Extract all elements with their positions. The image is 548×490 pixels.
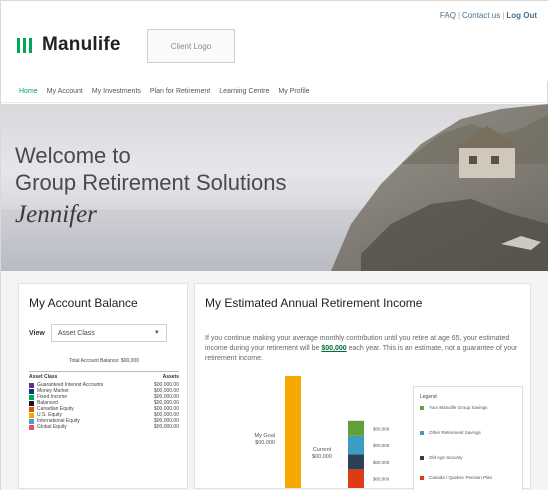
column-assets: Assets <box>162 374 179 380</box>
main-nav: Home My Account My Investments Plan for … <box>1 81 548 103</box>
legend-item: Other Retirement Savings <box>420 430 510 436</box>
nav-learning-centre[interactable]: Learning Centre <box>219 88 269 95</box>
legend-title: Legend <box>420 394 437 400</box>
nav-my-account[interactable]: My Account <box>47 88 83 95</box>
asset-color-swatch <box>29 418 34 424</box>
legend-item: Canada / Quebec Pension Plan <box>420 475 510 481</box>
total-account-balance: Total Account Balance: $00,000 <box>68 358 140 364</box>
column-asset-class: Asset Class <box>29 374 58 380</box>
brand-logo[interactable]: Manulife <box>17 34 121 56</box>
asset-rows: Guaranteed Interest Accounts $00,000.00 Mo… <box>29 382 179 430</box>
asset-class-table: Asset Class Assets Guaranteed Interest A… <box>29 371 179 430</box>
dashboard-cards: My Account Balance View Asset Class ▼ To… <box>1 271 548 490</box>
asset-color-swatch <box>29 388 34 394</box>
view-selector-row: View Asset Class ▼ <box>29 324 167 342</box>
asset-color-swatch <box>29 412 34 418</box>
contact-link[interactable]: Contact us <box>462 11 500 20</box>
utility-links: FAQ | Contact us | Log Out <box>439 11 537 20</box>
manulife-bars-icon <box>17 37 32 53</box>
legend-swatch <box>420 406 424 410</box>
legend-swatch <box>420 476 424 480</box>
faq-link[interactable]: FAQ <box>440 11 456 20</box>
asset-class-name: Global Equity <box>37 424 67 430</box>
stack-segment-label: $00,000 <box>373 426 390 431</box>
legend-label: Old Age Security <box>429 455 463 460</box>
legend-label: Other Retirement Savings <box>429 430 481 435</box>
asset-color-swatch <box>29 406 34 412</box>
hero-greeting: Welcome to Group Retirement Solutions <box>15 142 286 196</box>
legend-swatch <box>420 431 424 435</box>
current-value-label: $00,000 <box>312 454 332 460</box>
header: Manulife Client Logo FAQ | Contact us | Log … <box>1 1 548 81</box>
asset-color-swatch <box>29 424 34 430</box>
retirement-income-card: My Estimated Annual Retirement Income If… <box>194 283 531 490</box>
view-select-value: Asset Class <box>57 329 95 337</box>
asset-amount: $00,000.00 <box>153 424 179 430</box>
current-stack-segment <box>348 469 364 488</box>
stack-segment-label: $00,000 <box>373 460 390 465</box>
goal-bar <box>285 376 301 488</box>
hero-line-2: Group Retirement Solutions <box>15 170 287 195</box>
logout-link[interactable]: Log Out <box>506 11 537 20</box>
stack-segment-label: $00,000 <box>373 477 390 482</box>
account-balance-card: My Account Balance View Asset Class ▼ To… <box>18 283 188 489</box>
legend-label: Your Manulife Group Savings <box>429 405 488 410</box>
account-balance-title: My Account Balance <box>29 296 138 310</box>
brand-name: Manulife <box>42 34 121 55</box>
table-header: Asset Class Assets <box>29 372 179 382</box>
page-frame: Manulife Client Logo FAQ | Contact us | Log … <box>0 0 548 490</box>
chart-legend: Legend Your Manulife Group Savings Other … <box>413 386 523 490</box>
view-select[interactable]: Asset Class ▼ <box>50 324 167 342</box>
nav-my-investments[interactable]: My Investments <box>92 88 141 95</box>
client-logo: Client Logo <box>147 29 235 63</box>
legend-swatch <box>420 456 424 460</box>
chevron-down-icon: ▼ <box>153 330 160 336</box>
legend-item: Your Manulife Group Savings <box>420 405 510 411</box>
legend-label: Canada / Quebec Pension Plan <box>429 475 493 480</box>
hero-banner: Welcome to Group Retirement Solutions Je… <box>1 104 548 271</box>
hero-user-name: Jennifer <box>15 201 97 228</box>
asset-color-swatch <box>29 394 34 400</box>
nav-home[interactable]: Home <box>19 88 38 95</box>
current-label: Current <box>313 447 332 453</box>
goal-label: My Goal <box>255 433 275 439</box>
goal-value-label: $00,000 <box>255 440 275 446</box>
stack-segment-label: $00,000 <box>373 443 390 448</box>
asset-color-swatch <box>29 400 34 406</box>
nav-my-profile[interactable]: My Profile <box>278 88 309 95</box>
legend-item: Old Age Security <box>420 455 510 461</box>
current-stack-segment <box>348 435 364 455</box>
table-row: Global Equity $00,000.00 <box>29 424 179 430</box>
asset-color-swatch <box>29 382 34 388</box>
current-stack-segment <box>348 454 364 470</box>
current-stack-segment <box>348 420 364 436</box>
nav-plan-for-retirement[interactable]: Plan for Retirement <box>150 88 210 95</box>
hero-line-1: Welcome to <box>15 143 131 168</box>
view-label: View <box>29 329 45 337</box>
